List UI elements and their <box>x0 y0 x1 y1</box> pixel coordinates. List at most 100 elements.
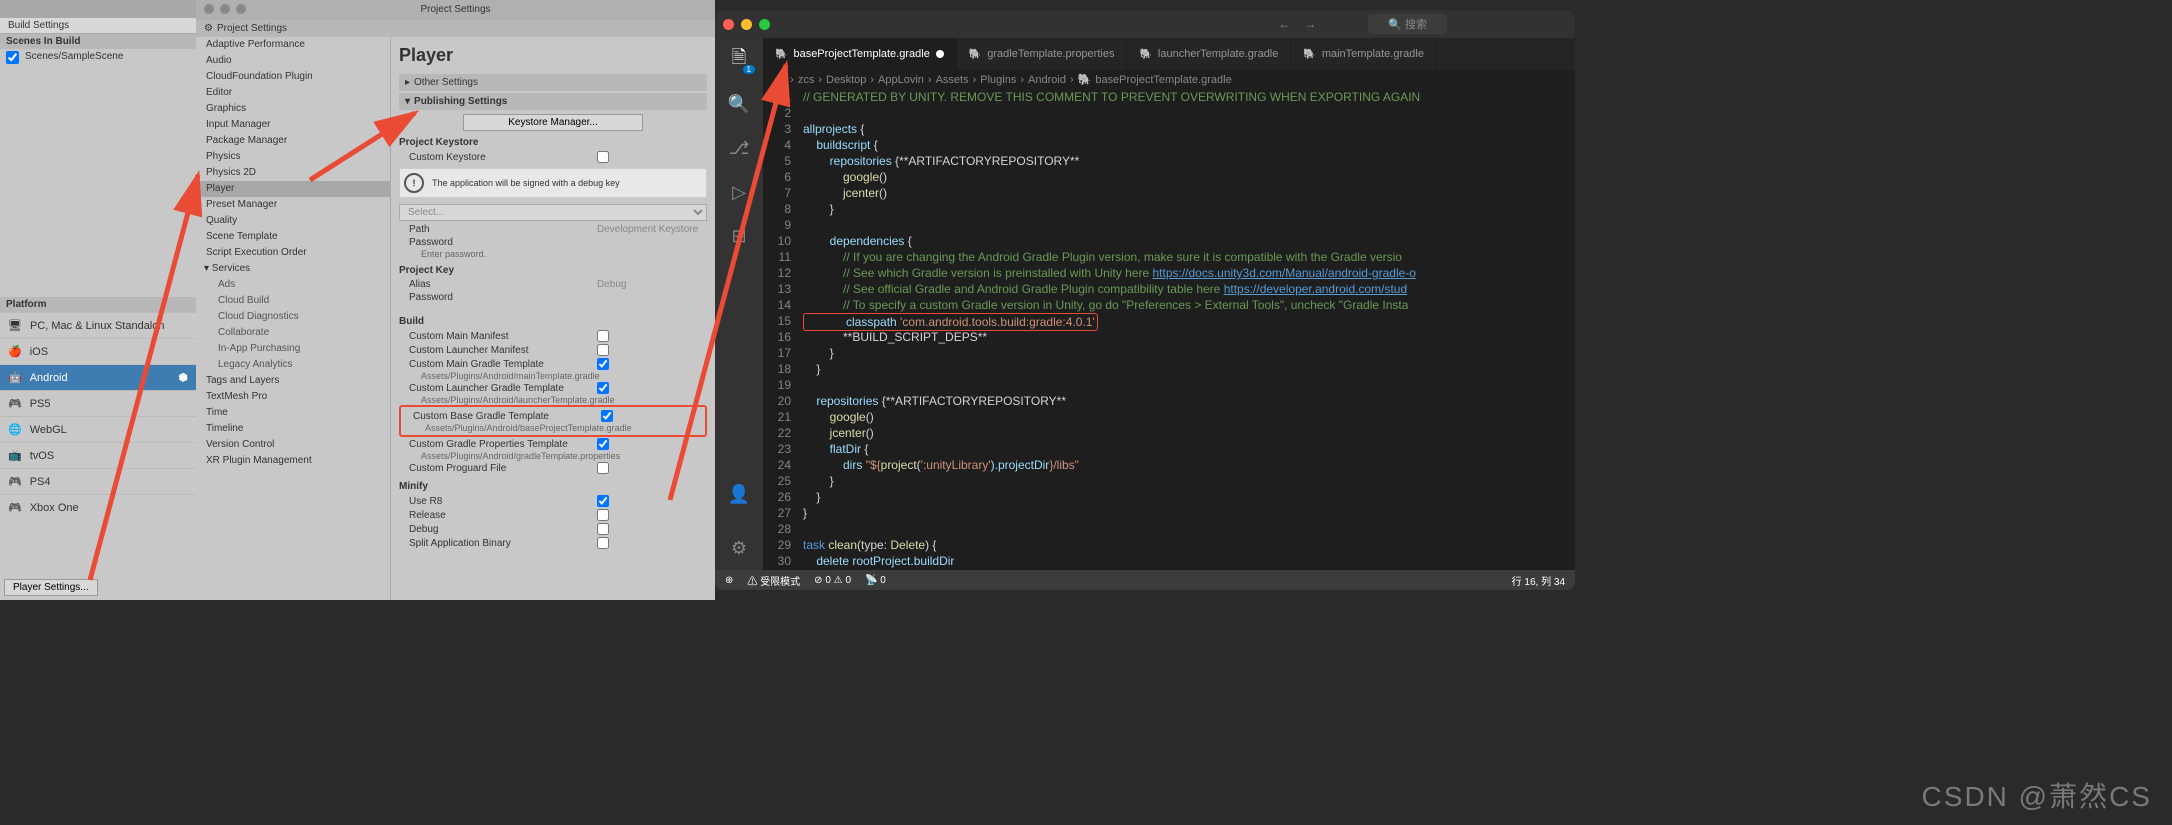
sidebar-item-preset-manager[interactable]: Preset Manager <box>196 197 390 213</box>
keystore-select[interactable]: Select... <box>399 204 707 221</box>
platform-webgl[interactable]: 🌐WebGL <box>0 416 196 442</box>
sidebar-item-cloud-diagnostics[interactable]: Cloud Diagnostics <box>196 309 390 325</box>
build-checkbox[interactable] <box>597 358 609 370</box>
extensions-icon[interactable]: ⊞ <box>727 224 751 248</box>
platform-tvos[interactable]: 📺tvOS <box>0 442 196 468</box>
gear-icon[interactable]: ⚙ <box>727 536 751 560</box>
build-settings-tab[interactable]: Build Settings <box>0 18 196 34</box>
code-content[interactable]: // GENERATED BY UNITY. REMOVE THIS COMME… <box>803 89 1575 570</box>
code-editor[interactable]: 1234567891011121314151617181920212223242… <box>763 89 1575 570</box>
search-icon[interactable]: 🔍 <box>727 92 751 116</box>
nav-back-icon[interactable]: ← <box>1278 17 1290 31</box>
editor-tabs[interactable]: 🐘baseProjectTemplate.gradle🐘gradleTempla… <box>763 38 1575 70</box>
platform-icon: 🌐 <box>8 423 22 436</box>
platform-header: Platform <box>0 297 196 312</box>
window-titlebar <box>0 0 196 18</box>
sidebar-item-physics-2d[interactable]: Physics 2D <box>196 165 390 181</box>
project-key-label: Project Key <box>399 265 707 276</box>
sidebar-item-cloudfoundation-plugin[interactable]: CloudFoundation Plugin <box>196 69 390 85</box>
errors-count[interactable]: ⊘ 0 ⚠ 0 <box>814 575 851 586</box>
platform-ps4[interactable]: 🎮PS4 <box>0 468 196 494</box>
sidebar-item-cloud-build[interactable]: Cloud Build <box>196 293 390 309</box>
line-col-status[interactable]: 行 16, 列 34 <box>1512 573 1565 588</box>
source-control-icon[interactable]: ⎇ <box>727 136 751 160</box>
split-binary-checkbox[interactable] <box>597 537 609 549</box>
breadcrumb-item[interactable]: rs <box>777 74 786 86</box>
build-checkbox[interactable] <box>597 382 609 394</box>
editor-tab-baseProjectTemplate-gradle[interactable]: 🐘baseProjectTemplate.gradle <box>763 38 957 70</box>
nav-arrows[interactable]: ←→ <box>1278 17 1316 31</box>
platform-pc-mac-linux-standalon[interactable]: 🖥PC, Mac & Linux Standalon <box>0 312 196 338</box>
sidebar-item-time[interactable]: Time <box>196 405 390 421</box>
platform-ios[interactable]: 🍎iOS <box>0 338 196 364</box>
keystore-manager-button[interactable]: Keystore Manager... <box>463 114 643 131</box>
sidebar-item-xr-plugin-management[interactable]: XR Plugin Management <box>196 453 390 469</box>
radio-status[interactable]: 📡 0 <box>865 575 886 586</box>
sidebar-item-ads[interactable]: Ads <box>196 277 390 293</box>
sidebar-item-audio[interactable]: Audio <box>196 53 390 69</box>
breadcrumb-item[interactable]: Plugins <box>980 74 1016 86</box>
services-header[interactable]: ▾ Services <box>196 261 390 277</box>
restricted-mode[interactable]: ⚠ 受限模式 <box>747 573 800 588</box>
editor-tab-mainTemplate-gradle[interactable]: 🐘mainTemplate.gradle <box>1291 38 1437 70</box>
project-settings-tab[interactable]: ⚙ Project Settings <box>196 20 715 37</box>
sidebar-item-input-manager[interactable]: Input Manager <box>196 117 390 133</box>
breadcrumb-item[interactable]: Desktop <box>826 74 866 86</box>
build-checkbox[interactable] <box>597 438 609 450</box>
sidebar-item-quality[interactable]: Quality <box>196 213 390 229</box>
scene-row[interactable]: Scenes/SampleScene <box>0 49 196 66</box>
status-bar[interactable]: ⊕ ⚠ 受限模式 ⊘ 0 ⚠ 0 📡 0 行 16, 列 34 <box>715 570 1575 590</box>
editor-tab-gradleTemplate-properties[interactable]: 🐘gradleTemplate.properties <box>957 38 1128 70</box>
minify-checkbox[interactable] <box>597 495 609 507</box>
player-settings-button[interactable]: Player Settings... <box>4 579 98 596</box>
traffic-lights[interactable] <box>723 19 770 30</box>
breadcrumb[interactable]: rs›zcs›Desktop›AppLovin›Assets›Plugins›A… <box>763 70 1575 89</box>
sidebar-item-timeline[interactable]: Timeline <box>196 421 390 437</box>
minify-checkbox[interactable] <box>597 509 609 521</box>
scene-checkbox[interactable] <box>6 51 19 64</box>
sidebar-item-scene-template[interactable]: Scene Template <box>196 229 390 245</box>
nav-forward-icon[interactable]: → <box>1304 17 1316 31</box>
custom-keystore-checkbox[interactable] <box>597 151 609 163</box>
sidebar-item-version-control[interactable]: Version Control <box>196 437 390 453</box>
sidebar-item-textmesh-pro[interactable]: TextMesh Pro <box>196 389 390 405</box>
breadcrumb-item[interactable]: AppLovin <box>878 74 924 86</box>
activity-bar[interactable]: 🗎1 🔍 ⎇ ▷ ⊞ 👤 ⚙ <box>715 38 763 570</box>
sidebar-item-legacy-analytics[interactable]: Legacy Analytics <box>196 357 390 373</box>
platform-ps5[interactable]: 🎮PS5 <box>0 390 196 416</box>
debug-icon[interactable]: ▷ <box>727 180 751 204</box>
settings-sidebar[interactable]: Adaptive PerformanceAudioCloudFoundation… <box>196 37 391 599</box>
gradle-icon: 🐘 <box>1078 73 1092 86</box>
platform-android[interactable]: 🤖Android⬢ <box>0 364 196 390</box>
editor-tab-launcherTemplate-gradle[interactable]: 🐘launcherTemplate.gradle <box>1127 38 1291 70</box>
platform-xbox-one[interactable]: 🎮Xbox One <box>0 494 196 520</box>
breadcrumb-item[interactable]: Assets <box>936 74 969 86</box>
account-icon[interactable]: 👤 <box>727 482 751 506</box>
build-checkbox[interactable] <box>597 330 609 342</box>
breadcrumb-item[interactable]: Android <box>1028 74 1066 86</box>
sidebar-item-tags-and-layers[interactable]: Tags and Layers <box>196 373 390 389</box>
remote-icon[interactable]: ⊕ <box>725 575 733 586</box>
build-checkbox[interactable] <box>597 344 609 356</box>
explorer-icon[interactable]: 🗎1 <box>727 48 751 72</box>
sidebar-item-graphics[interactable]: Graphics <box>196 101 390 117</box>
sidebar-item-package-manager[interactable]: Package Manager <box>196 133 390 149</box>
other-settings-fold[interactable]: ▸Other Settings <box>399 74 707 91</box>
breadcrumb-item[interactable]: zcs <box>798 74 815 86</box>
build-checkbox[interactable] <box>601 410 613 422</box>
sidebar-item-in-app-purchasing[interactable]: In-App Purchasing <box>196 341 390 357</box>
breadcrumb-item[interactable]: baseProjectTemplate.gradle <box>1095 74 1231 86</box>
sidebar-item-adaptive-performance[interactable]: Adaptive Performance <box>196 37 390 53</box>
sidebar-item-editor[interactable]: Editor <box>196 85 390 101</box>
sidebar-item-script-execution-order[interactable]: Script Execution Order <box>196 245 390 261</box>
search-input[interactable]: 🔍 搜索 <box>1368 14 1447 34</box>
build-checkbox[interactable] <box>597 462 609 474</box>
platform-icon: 🍎 <box>8 345 22 358</box>
vscode-titlebar[interactable]: ←→ 🔍 搜索 <box>715 10 1575 38</box>
publishing-settings-fold[interactable]: ▾Publishing Settings <box>399 93 707 110</box>
minify-checkbox[interactable] <box>597 523 609 535</box>
sidebar-item-collaborate[interactable]: Collaborate <box>196 325 390 341</box>
sidebar-item-physics[interactable]: Physics <box>196 149 390 165</box>
build-item-custom-proguard-file: Custom Proguard File <box>399 461 707 475</box>
sidebar-item-player[interactable]: Player <box>196 181 390 197</box>
